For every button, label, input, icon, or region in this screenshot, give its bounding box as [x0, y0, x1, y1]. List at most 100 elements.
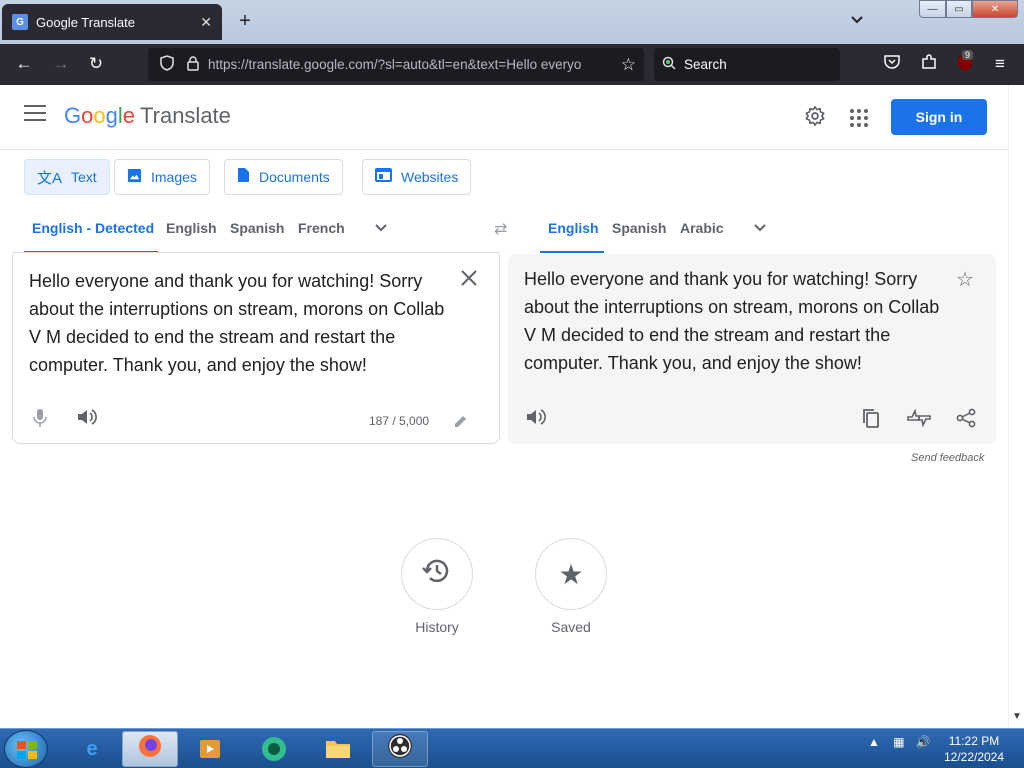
windows-taskbar: e ▲ ▦ 🔊 11:22 PM 12/22/2024	[0, 728, 1024, 768]
logo-letter: o	[81, 103, 94, 128]
google-translate-logo[interactable]: Google Translate	[64, 103, 231, 129]
media-player-icon[interactable]	[182, 731, 238, 767]
clock-time: 11:22 PM	[948, 734, 1000, 748]
logo-letter: G	[64, 103, 82, 128]
saved-label: Saved	[551, 619, 591, 635]
images-mode-button[interactable]: Images	[114, 159, 210, 195]
websites-mode-button[interactable]: Websites	[362, 159, 472, 195]
browser-tab[interactable]: G Google Translate ✕	[2, 4, 222, 40]
target-listen-speaker-icon[interactable]	[526, 408, 546, 431]
character-count: 187 / 5,000	[369, 414, 430, 428]
saved-button[interactable]: ★	[535, 538, 607, 610]
translation-output-panel: Hello everyone and thank you for watchin…	[508, 254, 996, 444]
forward-icon[interactable]: →	[50, 54, 72, 74]
browser-titlebar: G Google Translate ✕ + — ▭ ✕	[0, 0, 1024, 44]
windows-logo-icon	[17, 741, 37, 759]
logo-letter: g	[105, 103, 118, 128]
rate-translation-icon[interactable]	[906, 408, 932, 433]
close-tab-icon[interactable]: ✕	[200, 14, 212, 31]
history-button[interactable]	[401, 538, 473, 610]
obs-icon	[387, 733, 413, 765]
menu-hamburger-icon[interactable]: ≡	[989, 54, 1011, 74]
swap-languages-icon[interactable]: ⇄	[494, 219, 507, 239]
source-lang-more-chevron-icon[interactable]	[374, 220, 388, 236]
source-lang-english[interactable]: English	[166, 220, 217, 236]
target-lang-arabic[interactable]: Arabic	[680, 220, 724, 236]
obs-studio-taskbar-button[interactable]	[372, 731, 428, 767]
address-bar[interactable]: https://translate.google.com/?sl=auto&tl…	[148, 48, 644, 81]
text-mode-button[interactable]: 文A Text	[24, 159, 110, 195]
save-translation-star-icon[interactable]: ☆	[956, 267, 974, 292]
maximize-button[interactable]: ▭	[946, 0, 972, 18]
sign-in-button[interactable]: Sign in	[891, 99, 987, 135]
logo-letter: o	[93, 103, 106, 128]
text-mode-label: Text	[71, 169, 97, 185]
source-text-input[interactable]: Hello everyone and thank you for watchin…	[29, 267, 459, 379]
lock-icon[interactable]	[182, 55, 204, 74]
url-text: https://translate.google.com/?sl=auto&tl…	[208, 57, 582, 72]
start-button[interactable]	[4, 730, 48, 768]
close-window-button[interactable]: ✕	[972, 0, 1018, 18]
search-engine-icon	[662, 56, 676, 73]
microphone-icon[interactable]	[33, 408, 47, 433]
app-green-circle-icon[interactable]	[246, 731, 302, 767]
documents-mode-label: Documents	[259, 169, 330, 185]
document-icon	[237, 167, 250, 187]
bookmark-star-icon[interactable]: ☆	[621, 55, 636, 75]
firefox-taskbar-button[interactable]	[122, 731, 178, 767]
send-feedback-link[interactable]: Send feedback	[911, 452, 984, 464]
network-icon[interactable]: ▦	[893, 735, 904, 749]
new-tab-button[interactable]: +	[234, 10, 256, 32]
google-translate-favicon-icon: G	[12, 14, 28, 30]
minimize-button[interactable]: —	[919, 0, 946, 18]
main-menu-icon[interactable]	[24, 105, 46, 126]
list-all-tabs-chevron-icon[interactable]	[850, 12, 864, 28]
target-lang-selected-indicator	[540, 251, 604, 253]
clear-source-text-icon[interactable]	[460, 267, 478, 293]
search-bar[interactable]: Search	[654, 48, 840, 81]
websites-mode-label: Websites	[401, 169, 459, 185]
image-icon	[127, 168, 142, 187]
clock-date: 12/22/2024	[943, 750, 1005, 764]
source-listen-speaker-icon[interactable]	[77, 408, 97, 431]
pencil-edit-icon[interactable]	[453, 414, 468, 433]
images-mode-label: Images	[151, 169, 197, 185]
translate-header: Google Translate Sign in	[0, 85, 1008, 150]
target-lang-more-chevron-icon[interactable]	[753, 220, 767, 236]
ublock-count-badge: 9	[962, 50, 974, 60]
target-lang-spanish[interactable]: Spanish	[612, 220, 666, 236]
product-name: Translate	[140, 103, 231, 128]
extensions-puzzle-icon[interactable]	[918, 54, 940, 74]
back-icon[interactable]: ←	[13, 54, 35, 74]
history-icon	[422, 556, 452, 593]
tracking-shield-icon[interactable]	[156, 55, 178, 74]
show-hidden-icons-icon[interactable]: ▲	[868, 735, 880, 749]
file-explorer-icon[interactable]	[310, 731, 366, 767]
pocket-icon[interactable]	[881, 54, 903, 73]
search-placeholder: Search	[684, 57, 727, 72]
saved-star-icon: ★	[558, 558, 584, 590]
target-lang-english[interactable]: English	[548, 220, 599, 236]
copy-translation-icon[interactable]	[862, 408, 880, 433]
internet-explorer-icon[interactable]: e	[64, 731, 120, 767]
source-lang-detected[interactable]: English - Detected	[32, 220, 154, 236]
google-apps-icon[interactable]	[850, 109, 868, 127]
settings-gear-icon[interactable]	[804, 105, 826, 133]
share-translation-icon[interactable]	[956, 408, 976, 433]
history-label: History	[415, 619, 459, 635]
window-controls: — ▭ ✕	[919, 0, 1018, 18]
vertical-scrollbar[interactable]: ▼	[1008, 85, 1024, 728]
documents-mode-button[interactable]: Documents	[224, 159, 343, 195]
source-lang-divider	[12, 252, 500, 253]
reload-icon[interactable]: ↻	[85, 54, 107, 74]
source-lang-spanish[interactable]: Spanish	[230, 220, 284, 236]
scroll-down-arrow-icon[interactable]: ▼	[1012, 711, 1022, 722]
volume-icon[interactable]: 🔊	[916, 735, 931, 749]
browser-navbar: ← → ↻ https://translate.google.com/?sl=a…	[0, 44, 1024, 85]
source-lang-french[interactable]: French	[298, 220, 345, 236]
translate-icon: 文A	[37, 169, 63, 187]
tab-title: Google Translate	[36, 14, 136, 30]
system-clock[interactable]: 11:22 PM 12/22/2024	[936, 733, 1012, 765]
source-text-panel[interactable]: Hello everyone and thank you for watchin…	[12, 254, 500, 444]
firefox-icon	[137, 733, 163, 765]
